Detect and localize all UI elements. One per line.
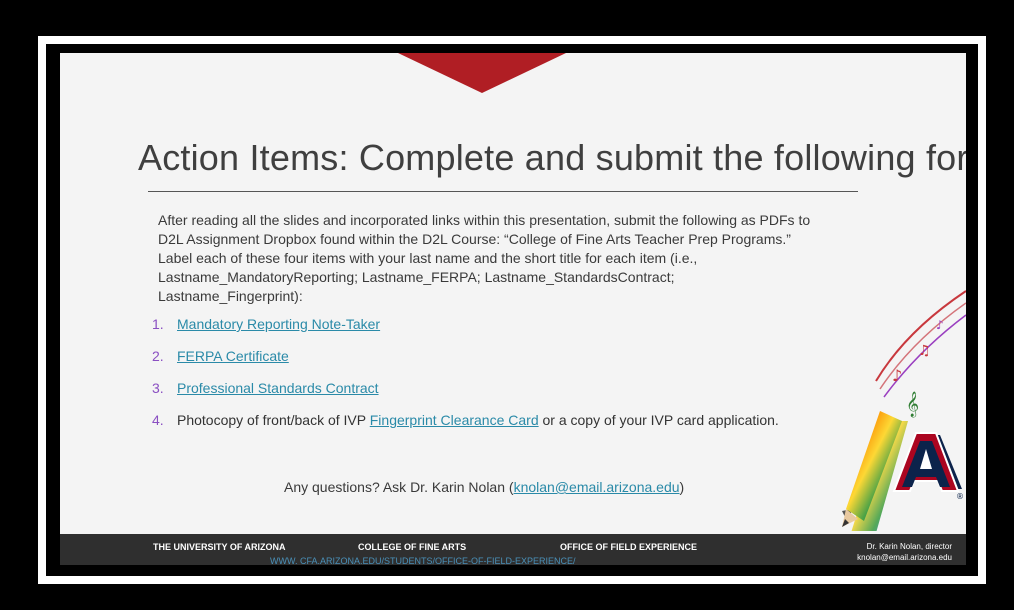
fingerprint-card-link[interactable]: Fingerprint Clearance Card [370,412,539,444]
item-number: 4. [152,412,164,428]
mandatory-reporting-link[interactable]: Mandatory Reporting Note-Taker [177,316,380,348]
footer-office: OFFICE OF FIELD EXPERIENCE [560,542,698,552]
footer-college: COLLEGE OF FINE ARTS [358,542,467,552]
footer-url-link[interactable]: WWW. CFA.ARIZONA.EDU/STUDENTS/OFFICE-OF-… [270,556,576,565]
list-item: 1. Mandatory Reporting Note-Taker [152,316,852,348]
svg-text:𝄞: 𝄞 [906,391,919,417]
footer-director: Dr. Karin Nolan, director [866,542,952,551]
ferpa-certificate-link[interactable]: FERPA Certificate [177,348,289,380]
action-items-list: 1. Mandatory Reporting Note-Taker 2. FER… [152,316,852,444]
item-number: 2. [152,348,164,364]
list-item: 3. Professional Standards Contract [152,380,852,412]
slide-footer: THE UNIVERSITY OF ARIZONA COLLEGE OF FIN… [60,534,966,565]
footer-email: knolan@email.arizona.edu [857,553,952,562]
slide-title: Action Items: Complete and submit the fo… [138,137,966,178]
slide: Action Items: Complete and submit the fo… [60,53,966,565]
item-number: 1. [152,316,164,332]
item-text-before: Photocopy of front/back of IVP [177,412,370,428]
footer-university: THE UNIVERSITY OF ARIZONA [153,542,286,552]
list-item: 2. FERPA Certificate [152,348,852,380]
question-close: ) [679,479,685,495]
intro-paragraph: After reading all the slides and incorpo… [158,212,811,304]
title-divider [148,191,858,192]
music-pencil-logo-art: ♪ ♫ ♪ 𝄞 ® [842,290,966,531]
professional-standards-link[interactable]: Professional Standards Contract [177,380,379,412]
registered-mark: ® [956,492,964,501]
red-chevron-decoration [398,53,566,93]
svg-text:♪: ♪ [892,366,902,385]
svg-text:♫: ♫ [918,343,931,359]
list-item: 4. Photocopy of front/back of IVP Finger… [152,412,852,444]
question-text: Any questions? Ask Dr. Karin Nolan ( [284,479,514,495]
questions-line: Any questions? Ask Dr. Karin Nolan (knol… [284,479,684,495]
item-text-after: or a copy of your IVP card application. [538,412,779,428]
email-link[interactable]: knolan@email.arizona.edu [514,479,680,495]
item-number: 3. [152,380,164,396]
university-a-logo [892,432,962,492]
svg-text:♪: ♪ [936,318,944,332]
